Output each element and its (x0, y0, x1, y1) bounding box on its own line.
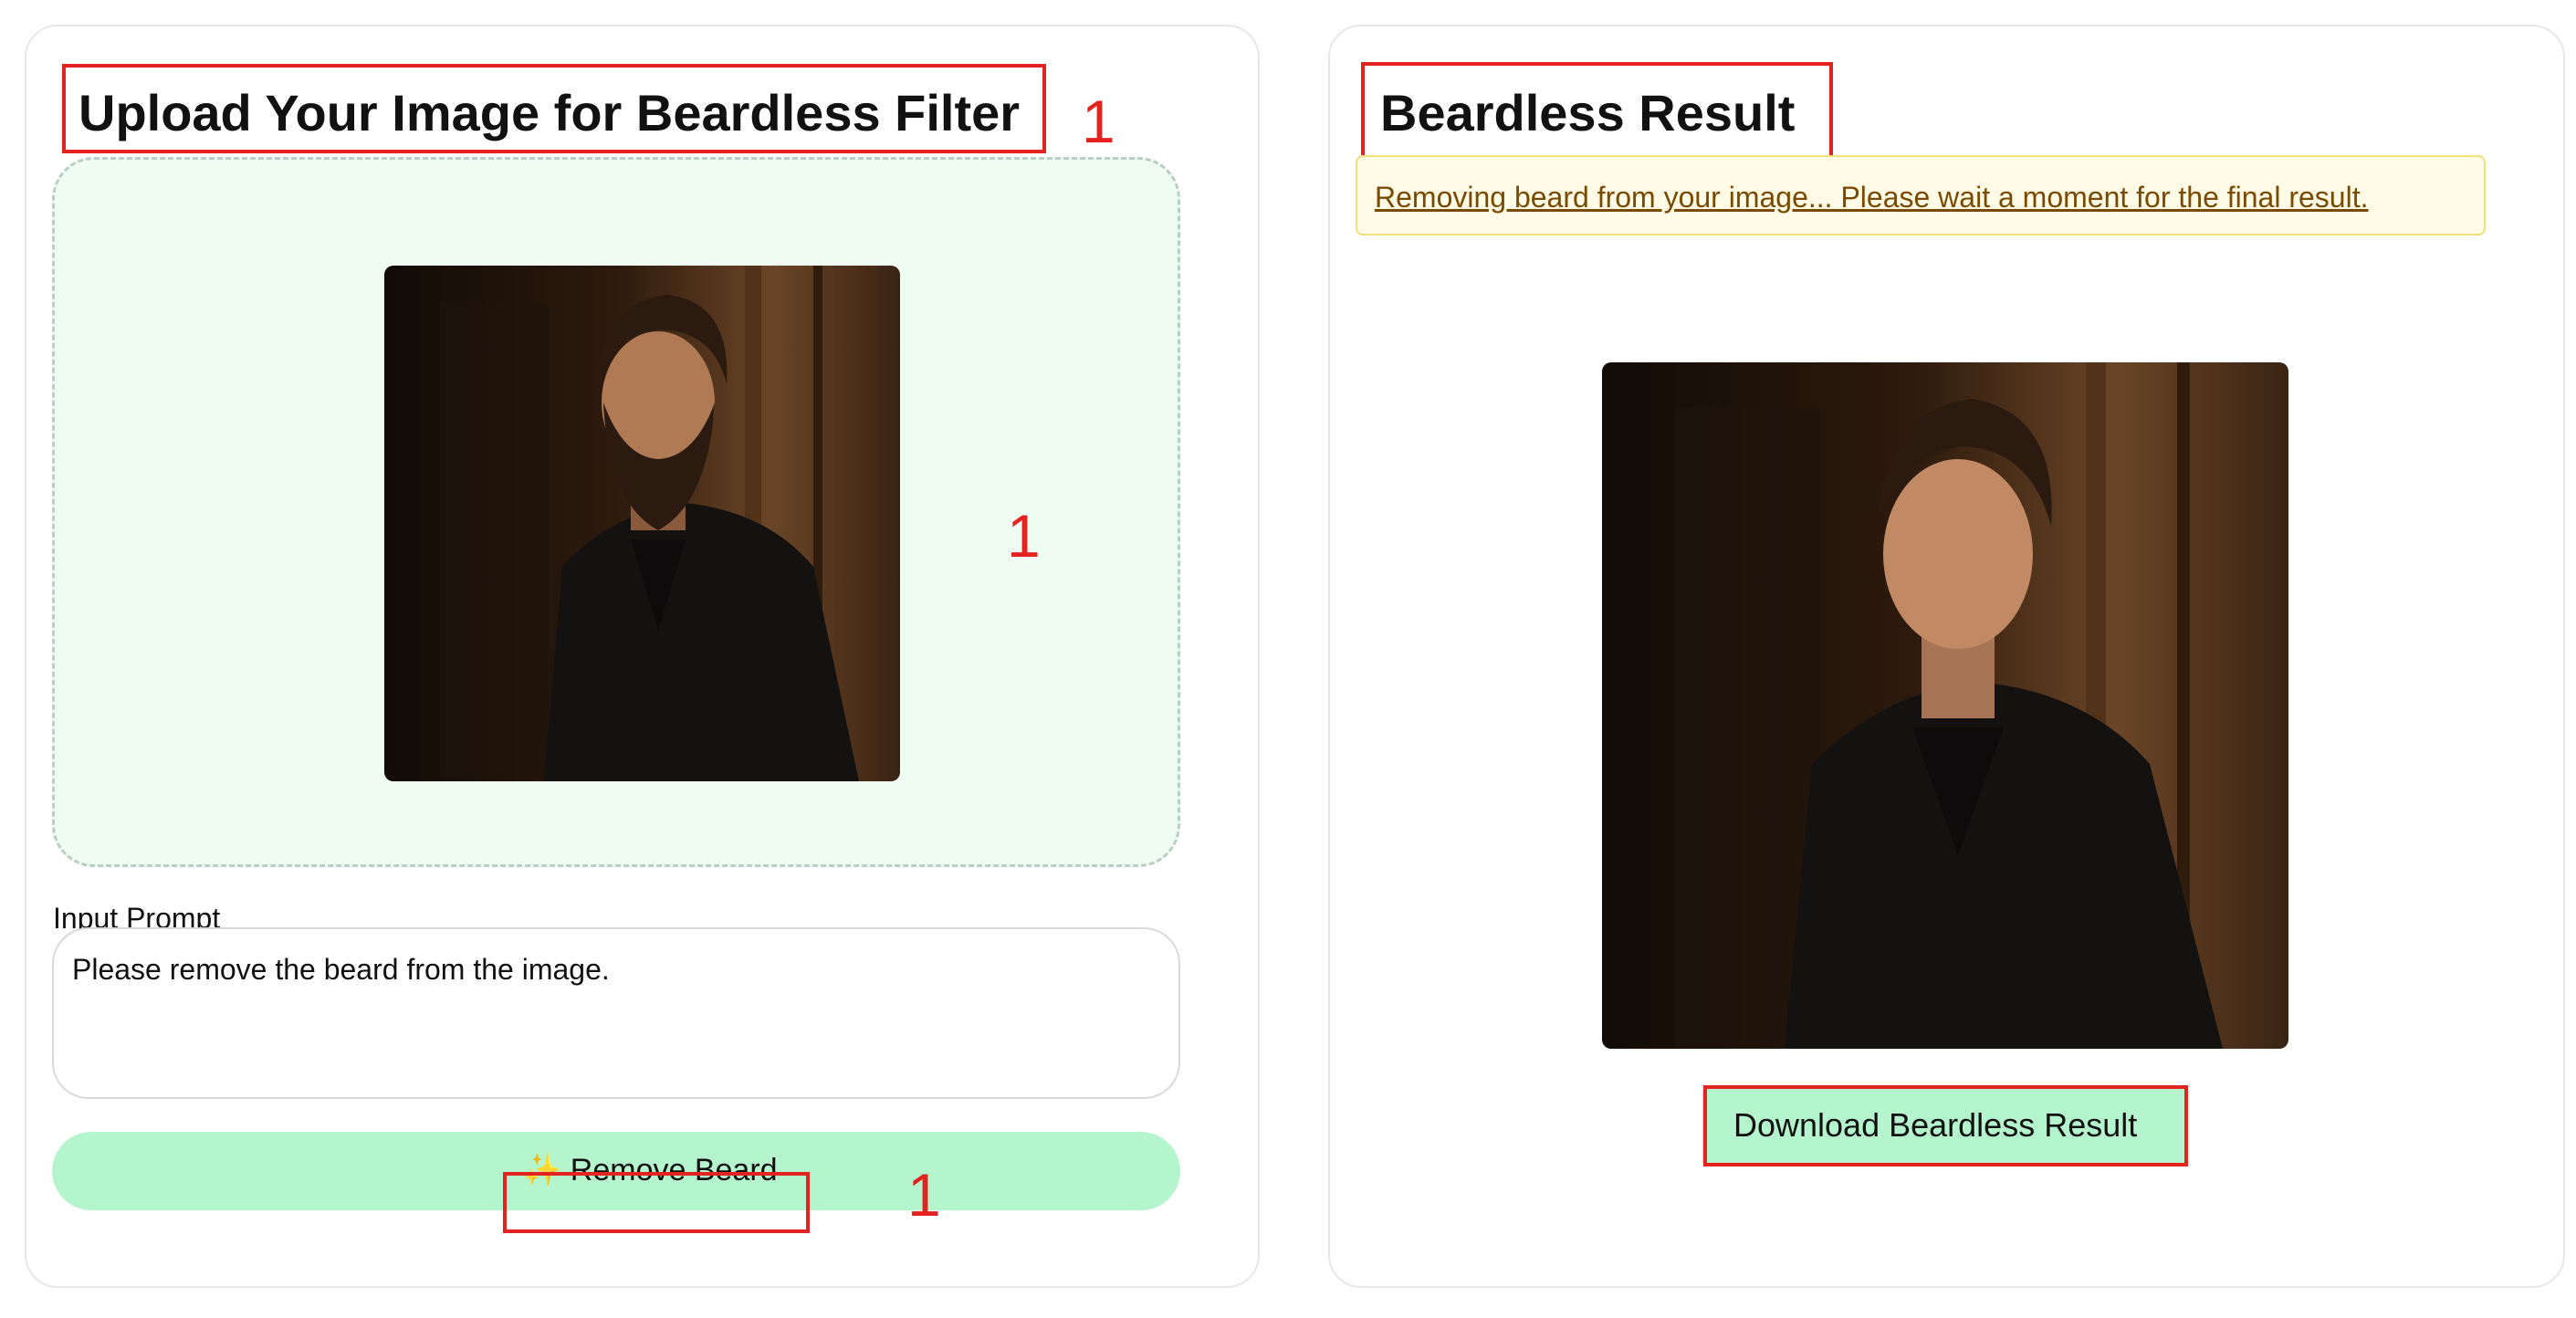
annotation-marker-button: 1 (907, 1161, 941, 1229)
annotation-box-button (503, 1172, 810, 1233)
annotation-box-result-title (1361, 62, 1833, 166)
uploaded-image (384, 266, 900, 781)
portrait-with-beard-image (384, 266, 900, 781)
prompt-textarea[interactable] (52, 927, 1180, 1099)
beardless-portrait-image (1602, 362, 2288, 1049)
annotation-box-title (62, 64, 1046, 153)
annotation-marker-title: 1 (1082, 88, 1115, 155)
status-banner: Removing beard from your image... Please… (1356, 155, 2486, 235)
annotation-marker-image: 1 (1007, 502, 1041, 570)
status-message[interactable]: Removing beard from your image... Please… (1375, 179, 2368, 215)
result-image (1602, 362, 2288, 1049)
annotation-box-download (1703, 1085, 2188, 1166)
